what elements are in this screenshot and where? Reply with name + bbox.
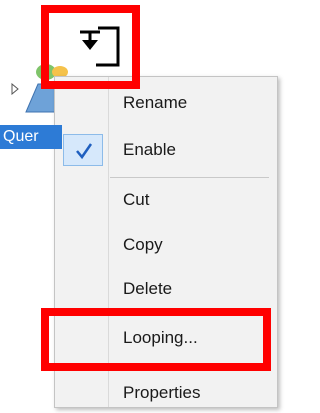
menu-item-label: Copy: [123, 235, 163, 254]
menu-item-label: Cut: [123, 190, 150, 209]
menu-item-rename[interactable]: Rename: [55, 83, 269, 123]
checkmark-icon: [76, 143, 93, 160]
check-indicator: [63, 134, 103, 166]
menu-item-label: Rename: [123, 93, 188, 112]
looping-highlight: [41, 308, 271, 371]
menu-item-label: Delete: [123, 279, 173, 298]
menu-item-delete[interactable]: Delete: [55, 269, 269, 309]
menu-separator: [110, 177, 269, 178]
menu-item-label: Enable: [123, 140, 176, 159]
menu-item-cut[interactable]: Cut: [55, 180, 269, 220]
menu-item-label: Properties: [123, 383, 201, 402]
menu-item-properties[interactable]: Properties: [55, 373, 269, 413]
menu-item-enable[interactable]: Enable: [55, 130, 269, 170]
expand-arrow-icon[interactable]: [11, 82, 19, 96]
pointer-highlight: [41, 5, 140, 89]
tree-node-label[interactable]: Quer: [0, 125, 62, 149]
menu-item-copy[interactable]: Copy: [55, 225, 269, 265]
